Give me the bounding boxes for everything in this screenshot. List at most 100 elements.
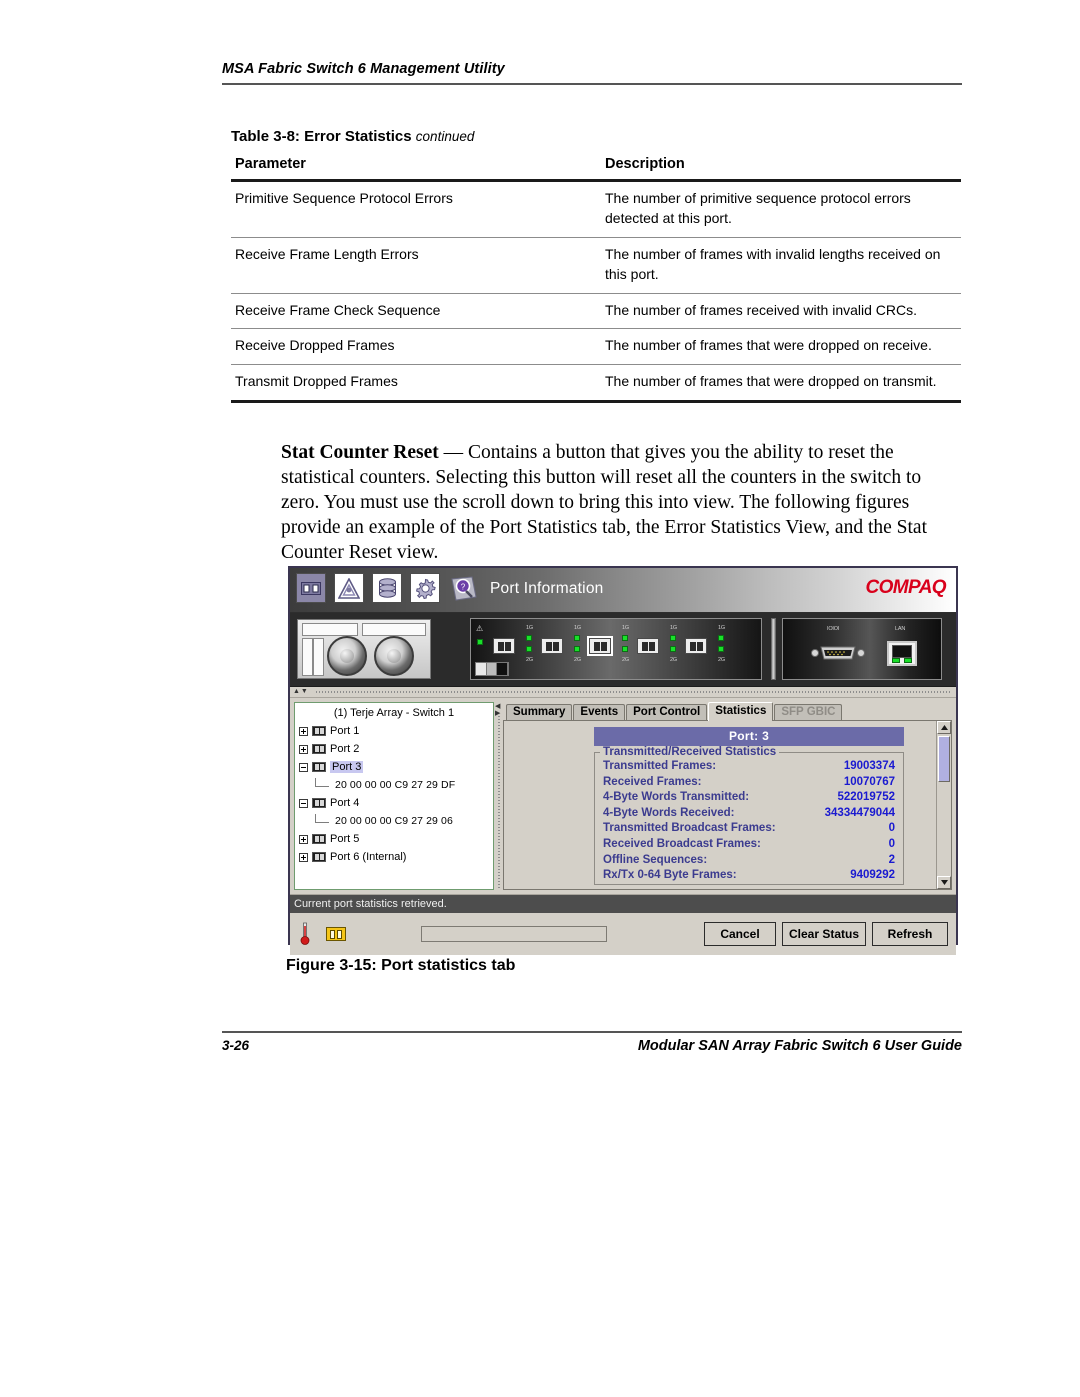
stat-value: 0 (888, 837, 895, 850)
tree-node-label: Port 2 (330, 743, 360, 755)
horizontal-splitter[interactable]: ▲▼ (290, 687, 956, 698)
port-4-speed-2g: 2G (670, 657, 677, 663)
tab-statistics[interactable]: Statistics (708, 702, 774, 721)
splitter-grip (498, 716, 500, 888)
stat-row: Transmitted Broadcast Frames: 0 (603, 821, 895, 837)
collapse-icon[interactable] (299, 798, 308, 808)
tab-sfp-gbic: SFP GBIC (774, 704, 843, 721)
expand-icon[interactable] (299, 726, 308, 736)
port-3-speed-1g: 1G (622, 625, 629, 631)
statistics-vertical-scrollbar[interactable] (936, 721, 951, 889)
footer-guide-title: Modular SAN Array Fabric Switch 6 User G… (637, 1038, 962, 1054)
port-5-speed-1g: 1G (718, 625, 725, 631)
scroll-up-icon[interactable] (937, 721, 951, 734)
tree-node-label: Port 4 (330, 797, 360, 809)
scrollbar-thumb[interactable] (938, 736, 950, 782)
sfp-port-1 (493, 638, 515, 654)
button-bar: Cancel Clear Status Refresh (290, 913, 956, 955)
port-header-banner: Port: 3 (594, 727, 904, 746)
cell-parameter: Receive Frame Check Sequence (231, 293, 595, 330)
tab-port-control[interactable]: Port Control (626, 704, 708, 721)
ports-icon[interactable] (296, 573, 326, 603)
table-caption-main: Table 3-8: Error Statistics (231, 128, 412, 145)
splitter-arrows-icon[interactable]: ▲▼ (293, 688, 309, 695)
statistics-scroll-region: Port: 3 Transmitted/Received Statistics … (504, 721, 936, 889)
sfp-port-4 (637, 638, 659, 654)
tree-node-port-3[interactable]: Port 3 (295, 758, 493, 776)
vertical-splitter[interactable]: ◀ ▶ (494, 702, 503, 890)
tree-leaf-wwn[interactable]: 20 00 00 00 C9 27 29 DF (295, 776, 493, 794)
stat-label: Received Frames: (603, 775, 702, 788)
tree-root-label: (1) Terje Array - Switch 1 (333, 707, 455, 719)
figure-caption: Figure 3-15: Port statistics tab (286, 957, 516, 974)
port-icon (312, 834, 326, 844)
serial-db9-connector (811, 643, 865, 663)
document-page: MSA Fabric Switch 6 Management Utility T… (0, 0, 1080, 1397)
cell-parameter: Primitive Sequence Protocol Errors (231, 180, 595, 238)
expand-icon[interactable] (299, 852, 308, 862)
ethernet-port-label: LAN (895, 626, 906, 632)
expand-icon[interactable] (299, 834, 308, 844)
port-icon (312, 726, 326, 736)
port-icon (312, 852, 326, 862)
transmitted-received-group: Transmitted/Received Statistics Transmit… (594, 746, 904, 885)
stat-row: Offline Sequences: 2 (603, 853, 895, 869)
collapse-icon[interactable] (299, 762, 308, 772)
error-statistics-table: Parameter Description Primitive Sequence… (231, 152, 961, 404)
body-paragraph: Stat Counter Reset — Contains a button t… (281, 440, 961, 565)
scroll-down-icon[interactable] (937, 876, 951, 889)
tab-summary[interactable]: Summary (506, 704, 573, 721)
port-3-speed-2g: 2G (622, 657, 629, 663)
tab-events[interactable]: Events (573, 704, 626, 721)
splitter-grip (316, 691, 952, 693)
table-row: Primitive Sequence Protocol Errors The n… (231, 180, 961, 238)
port-detail-panel: Summary Events Port Control Statistics S… (503, 702, 952, 890)
cell-description: The number of frames received with inval… (595, 293, 961, 330)
port-1-speed-2g: 2G (526, 657, 533, 663)
stat-value: 522019752 (837, 791, 895, 804)
refresh-button[interactable]: Refresh (872, 922, 948, 946)
cell-description: The number of frames with invalid length… (595, 237, 961, 294)
fabric-icon[interactable] (334, 573, 364, 603)
ethernet-rj45-connector (887, 641, 917, 666)
gear-icon[interactable] (410, 573, 440, 603)
power-supply-fan-module (297, 619, 431, 679)
app-toolbar: ? Port Information COMPAQ (290, 568, 956, 613)
expand-icon[interactable] (299, 744, 308, 754)
stat-row: Received Frames: 10070767 (603, 775, 895, 791)
tree-node-port-1[interactable]: Port 1 (295, 722, 493, 740)
cancel-button[interactable]: Cancel (704, 922, 776, 946)
database-icon[interactable] (372, 573, 402, 603)
stat-value: 0 (888, 822, 895, 835)
tree-node-port-2[interactable]: Port 2 (295, 740, 493, 758)
page-number: 3-26 (222, 1038, 250, 1053)
clear-status-button[interactable]: Clear Status (782, 922, 866, 946)
port-status-icon (326, 927, 346, 941)
running-head-rule (222, 83, 962, 85)
wwn-value: 20 00 00 00 C9 27 29 DF (335, 779, 456, 791)
sfp-port-3-selected (587, 636, 613, 656)
port-2-speed-2g: 2G (574, 657, 581, 663)
tree-node-port-5[interactable]: Port 5 (295, 830, 493, 848)
tree-node-port-6[interactable]: Port 6 (Internal) (295, 848, 493, 866)
application-screenshot-figure: ? Port Information COMPAQ ⚠ 1G 2G 1G 2G … (288, 566, 958, 955)
running-head: MSA Fabric Switch 6 Management Utility (222, 60, 962, 78)
tree-node-label: Port 6 (Internal) (330, 851, 407, 863)
column-header-description: Description (595, 152, 961, 182)
stat-value: 9409292 (850, 869, 895, 882)
body-term: Stat Counter Reset (281, 442, 439, 463)
main-split-area: (1) Terje Array - Switch 1 Port 1 Port 2… (290, 698, 956, 894)
app-title: Port Information (490, 580, 604, 597)
device-tree-panel[interactable]: (1) Terje Array - Switch 1 Port 1 Port 2… (294, 702, 494, 890)
magnifier-icon[interactable]: ? (450, 575, 478, 602)
body-dash: — (438, 442, 469, 463)
stat-row: Transmitted Frames: 19003374 (603, 759, 895, 775)
stat-label: Transmitted Broadcast Frames: (603, 822, 776, 835)
stat-label: Received Broadcast Frames: (603, 837, 761, 850)
tree-elbow-icon (315, 814, 329, 823)
sfp-port-5 (685, 638, 707, 654)
cell-description: The number of frames that were dropped o… (595, 364, 961, 404)
tree-leaf-wwn[interactable]: 20 00 00 00 C9 27 29 06 (295, 812, 493, 830)
tree-node-port-4[interactable]: Port 4 (295, 794, 493, 812)
tree-elbow-icon (315, 778, 329, 787)
